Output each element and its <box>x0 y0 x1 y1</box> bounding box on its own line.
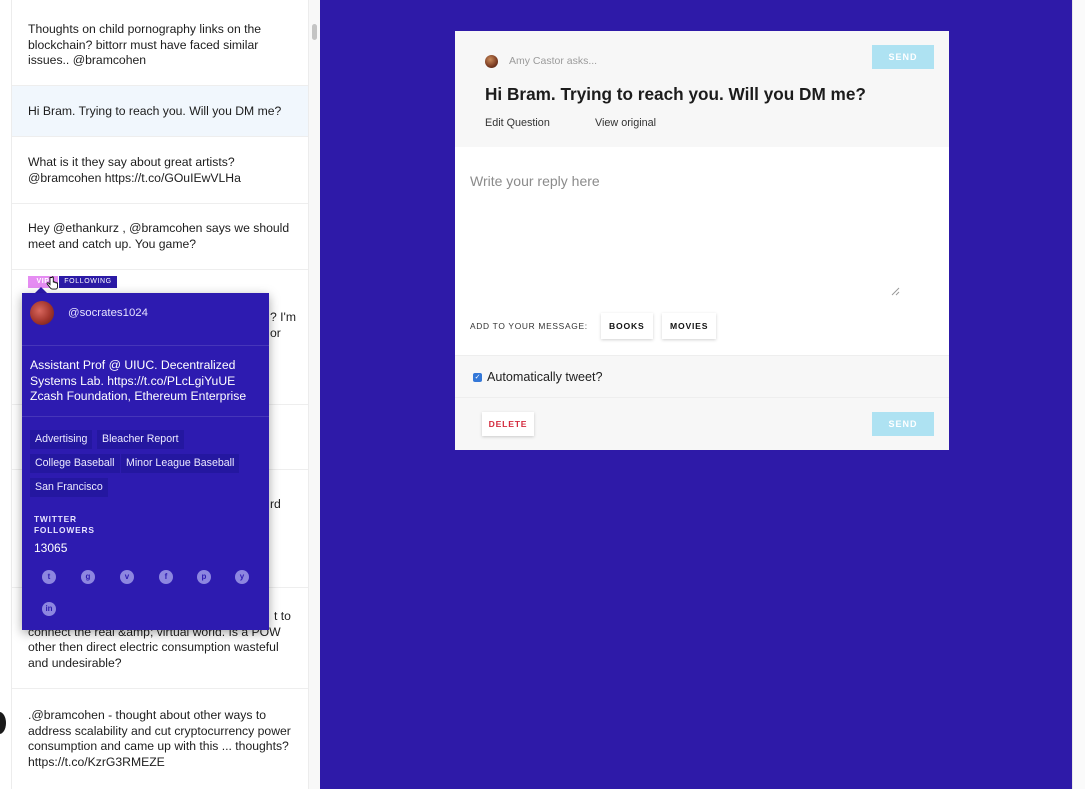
movies-button[interactable]: MOVIES <box>662 313 717 339</box>
popup-header: @socrates1024 <box>22 293 269 346</box>
auto-tweet-row: ✓ Automatically tweet? <box>455 355 949 398</box>
scrollbar-thumb[interactable] <box>312 24 317 40</box>
interest-tag: Advertising <box>30 430 93 449</box>
card-footer: DELETE SEND <box>455 398 949 450</box>
interest-tag: Bleacher Report <box>97 430 184 449</box>
question-text: Hey @ethankurz , @bramcohen says we shou… <box>28 221 290 251</box>
question-text-fragment: or <box>270 326 281 340</box>
foursquare-icon[interactable]: f <box>159 570 173 584</box>
books-button[interactable]: BOOKS <box>601 313 653 339</box>
question-text: connect the real &amp; virtual world. Is… <box>28 624 281 670</box>
question-text-fragment: rd <box>270 497 281 511</box>
send-button[interactable]: SEND <box>872 412 934 436</box>
profile-popup: @socrates1024 Assistant Prof @ UIUC. Dec… <box>22 293 269 630</box>
list-item[interactable]: .@bramcohen - thought about other ways t… <box>12 689 308 789</box>
interest-tag: Minor League Baseball <box>121 454 240 473</box>
auto-tweet-label[interactable]: Automatically tweet? <box>487 370 603 384</box>
following-badge: FOLLOWING <box>59 276 117 288</box>
list-item[interactable]: Hey @ethankurz , @bramcohen says we shou… <box>12 204 308 270</box>
yelp-icon[interactable]: y <box>235 570 249 584</box>
pinterest-icon[interactable]: p <box>197 570 211 584</box>
interest-tag: San Francisco <box>30 478 108 497</box>
followers-label: TWITTER FOLLOWERS <box>34 514 95 535</box>
linkedin-icon[interactable]: in <box>42 602 56 616</box>
question-title: Hi Bram. Trying to reach you. Will you D… <box>485 84 866 104</box>
question-text: Thoughts on child pornography links on t… <box>28 22 262 68</box>
question-header: Amy Castor asks... SEND Hi Bram. Trying … <box>455 31 949 147</box>
avatar <box>485 55 498 68</box>
followers-count: 13065 <box>34 541 68 555</box>
delete-button[interactable]: DELETE <box>482 412 534 436</box>
add-to-message-label: ADD TO YOUR MESSAGE: <box>470 321 588 331</box>
edit-question-link[interactable]: Edit Question <box>485 117 550 129</box>
question-text-fragment: t to <box>274 609 291 623</box>
interest-tag: College Baseball <box>30 454 120 473</box>
question-text: Hi Bram. Trying to reach you. Will you D… <box>28 104 282 118</box>
divider <box>22 416 269 417</box>
question-text: What is it they say about great artists?… <box>28 155 241 185</box>
question-text-fragment: ? I'm <box>270 310 297 324</box>
scrollbar[interactable] <box>309 0 320 789</box>
reply-textarea[interactable]: Write your reply here <box>455 147 949 297</box>
page-edge <box>1072 0 1085 789</box>
list-item-selected[interactable]: Hi Bram. Trying to reach you. Will you D… <box>12 86 308 137</box>
list-item[interactable]: Thoughts on child pornography links on t… <box>12 0 308 86</box>
resize-handle-icon[interactable] <box>891 287 900 296</box>
reply-placeholder: Write your reply here <box>470 173 600 189</box>
profile-handle[interactable]: @socrates1024 <box>68 307 148 319</box>
list-item[interactable]: What is it they say about great artists?… <box>12 137 308 204</box>
auto-tweet-checkbox[interactable]: ✓ <box>473 373 482 382</box>
vimeo-icon[interactable]: v <box>120 570 134 584</box>
question-text: .@bramcohen - thought about other ways t… <box>28 708 291 769</box>
partial-avatar <box>0 712 6 734</box>
profile-bio: Assistant Prof @ UIUC. Decentralized Sys… <box>30 358 247 403</box>
view-original-link[interactable]: View original <box>595 117 656 129</box>
avatar <box>30 301 54 325</box>
reply-card: Amy Castor asks... SEND Hi Bram. Trying … <box>455 31 949 450</box>
github-icon[interactable]: g <box>81 570 95 584</box>
twitter-icon[interactable]: t <box>42 570 56 584</box>
asker-label: Amy Castor asks... <box>509 55 598 67</box>
send-button[interactable]: SEND <box>872 45 934 69</box>
